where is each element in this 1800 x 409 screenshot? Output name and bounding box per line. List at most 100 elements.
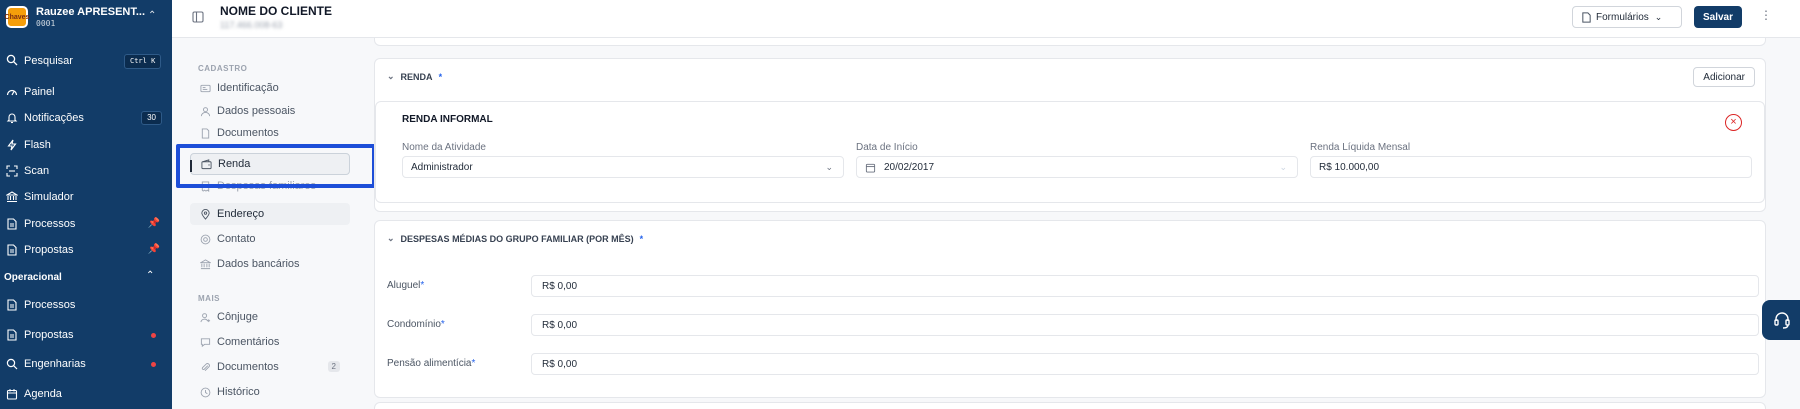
chevron-down-icon: ⌄ — [825, 162, 833, 172]
notification-count-badge: 30 — [141, 111, 162, 125]
sidebar-item-engenharias[interactable]: Engenharias — [6, 354, 162, 374]
lightning-icon — [7, 139, 17, 151]
dashboard-icon — [6, 89, 18, 96]
condominio-label: Condomínio* — [387, 319, 445, 330]
nav-item-identificacao[interactable]: Identificação — [190, 77, 350, 99]
chevron-down-icon: ⌄ — [387, 233, 395, 243]
sidebar-item-op-propostas[interactable]: Propostas — [6, 325, 162, 345]
wallet-icon — [201, 158, 212, 169]
despesas-card: ⌄ DESPESAS MÉDIAS DO GRUPO FAMILIAR (POR… — [374, 220, 1766, 398]
pensao-label: Pensão alimentícia* — [387, 358, 476, 369]
sidebar-item-processos[interactable]: Processos 📌 — [6, 214, 162, 234]
location-icon — [201, 208, 210, 220]
search-button[interactable]: Pesquisar Ctrl K — [6, 52, 166, 72]
renda-section-toggle[interactable]: ⌄ RENDA * — [387, 71, 442, 82]
nav-item-dados-bancarios[interactable]: Dados bancários — [190, 253, 350, 275]
despesas-section-toggle[interactable]: ⌄ DESPESAS MÉDIAS DO GRUPO FAMILIAR (POR… — [387, 233, 643, 244]
pin-icon[interactable]: 📌 — [148, 218, 160, 229]
more-options-icon[interactable]: ⋮ — [1760, 8, 1772, 22]
sidebar-item-notificacoes[interactable]: Notificações 30 — [6, 108, 162, 128]
nav-item-label: Documentos — [217, 361, 279, 373]
sidebar-item-flash[interactable]: Flash — [6, 135, 162, 155]
forms-icon — [1582, 11, 1591, 23]
nav-item-label: Dados pessoais — [217, 105, 296, 117]
sidebar-item-op-processos[interactable]: Processos — [6, 295, 162, 315]
user-plus-icon — [200, 312, 211, 322]
sidebar-item-propostas[interactable]: Propostas 📌 — [6, 240, 162, 260]
aluguel-input[interactable]: R$ 0,00 — [531, 275, 1759, 297]
nav-item-renda[interactable]: Renda — [190, 153, 350, 175]
income-entry-card: RENDA INFORMAL × Nome da Atividade Admin… — [375, 101, 1765, 203]
remove-entry-icon[interactable]: × — [1725, 114, 1742, 131]
sidebar-item-painel[interactable]: Painel — [6, 82, 162, 102]
brand-switcher[interactable]: Chaves Rauzee APRESENT... 0001 ⌃ — [0, 0, 172, 40]
paperclip-icon — [201, 362, 210, 371]
inicio-date-field[interactable]: 20/02/2017 ⌄ — [856, 156, 1298, 178]
search-shortcut: Ctrl K — [124, 54, 162, 69]
sidebar-item-scan[interactable]: Scan — [6, 161, 162, 181]
brand-logo: Chaves — [5, 6, 29, 28]
history-icon — [200, 387, 211, 397]
pensao-value: R$ 0,00 — [542, 358, 578, 370]
nav-item-dados-pessoais[interactable]: Dados pessoais — [190, 100, 350, 122]
document-icon — [201, 127, 210, 139]
receipt-icon — [201, 180, 210, 192]
sidebar-item-agenda[interactable]: Agenda — [6, 384, 162, 404]
sidebar-item-label: Simulador — [24, 191, 74, 203]
nav-item-historico[interactable]: Histórico — [190, 381, 350, 403]
inicio-label: Data de Início — [856, 142, 918, 153]
unread-dot — [151, 333, 156, 338]
sidebar-toggle-icon[interactable] — [192, 11, 204, 23]
support-button[interactable] — [1762, 300, 1800, 340]
nav-item-label: Identificação — [217, 82, 279, 94]
chevron-up-down-icon[interactable]: ⌃ — [148, 10, 156, 21]
forms-dropdown[interactable]: Formulários ⌄ — [1572, 6, 1682, 28]
main-sidebar: Chaves Rauzee APRESENT... 0001 ⌃ Pesquis… — [0, 0, 172, 409]
scan-icon — [6, 165, 18, 177]
section-operacional[interactable]: Operacional — [4, 272, 62, 283]
nav-item-comentarios[interactable]: Comentários — [190, 331, 350, 353]
pensao-input[interactable]: R$ 0,00 — [531, 353, 1759, 375]
nav-item-conjuge[interactable]: Cônjuge — [190, 306, 350, 328]
nav-item-label: Histórico — [217, 386, 260, 398]
forms-label: Formulários — [1596, 11, 1649, 23]
nav-heading-cadastro: CADASTRO — [198, 64, 248, 73]
condominio-input[interactable]: R$ 0,00 — [531, 314, 1759, 336]
add-income-button[interactable]: Adicionar — [1693, 67, 1755, 87]
id-card-icon — [200, 84, 211, 92]
nav-item-label: Documentos — [217, 127, 279, 139]
renda-liquida-input[interactable]: R$ 10.000,00 — [1310, 156, 1752, 178]
search-icon — [6, 358, 18, 370]
atividade-select[interactable]: Administrador ⌄ — [402, 156, 844, 178]
nav-item-contato[interactable]: Contato — [190, 228, 350, 250]
main-content: ⌄ RENDA * Adicionar RENDA INFORMAL × Nom… — [374, 38, 1766, 409]
chevron-down-icon: ⌄ — [387, 71, 395, 81]
nav-item-despesas-familiares[interactable]: Despesas familiares — [190, 175, 350, 197]
nav-item-documentos[interactable]: Documentos — [190, 122, 350, 144]
renda-liquida-value: R$ 10.000,00 — [1319, 161, 1380, 173]
renda-card: ⌄ RENDA * Adicionar RENDA INFORMAL × Nom… — [374, 58, 1766, 212]
sidebar-item-label: Painel — [24, 86, 55, 98]
pin-icon[interactable]: 📌 — [148, 244, 160, 255]
active-indicator — [190, 160, 192, 172]
nav-item-endereco[interactable]: Endereço — [190, 203, 350, 225]
atividade-label: Nome da Atividade — [402, 142, 486, 153]
nav-item-documentos-anexos[interactable]: Documentos 2 — [190, 356, 350, 378]
previous-card-edge — [374, 38, 1766, 46]
despesas-section-title: DESPESAS MÉDIAS DO GRUPO FAMILIAR (POR M… — [400, 233, 634, 244]
sidebar-item-simulador[interactable]: Simulador — [6, 187, 162, 207]
client-name: NOME DO CLIENTE — [220, 4, 333, 18]
aluguel-label: Aluguel* — [387, 280, 425, 291]
aluguel-value: R$ 0,00 — [542, 280, 578, 292]
sidebar-item-label: Propostas — [24, 244, 74, 256]
chat-icon — [200, 337, 211, 347]
sidebar-item-label: Engenharias — [24, 358, 86, 370]
nav-item-label: Comentários — [217, 336, 280, 348]
document-icon — [7, 299, 17, 311]
bank-icon — [200, 258, 211, 269]
document-icon — [7, 244, 17, 256]
calendar-icon — [6, 389, 18, 400]
at-icon — [200, 234, 211, 244]
save-button[interactable]: Salvar — [1694, 6, 1742, 28]
chevron-up-icon[interactable]: ⌃ — [146, 270, 154, 281]
